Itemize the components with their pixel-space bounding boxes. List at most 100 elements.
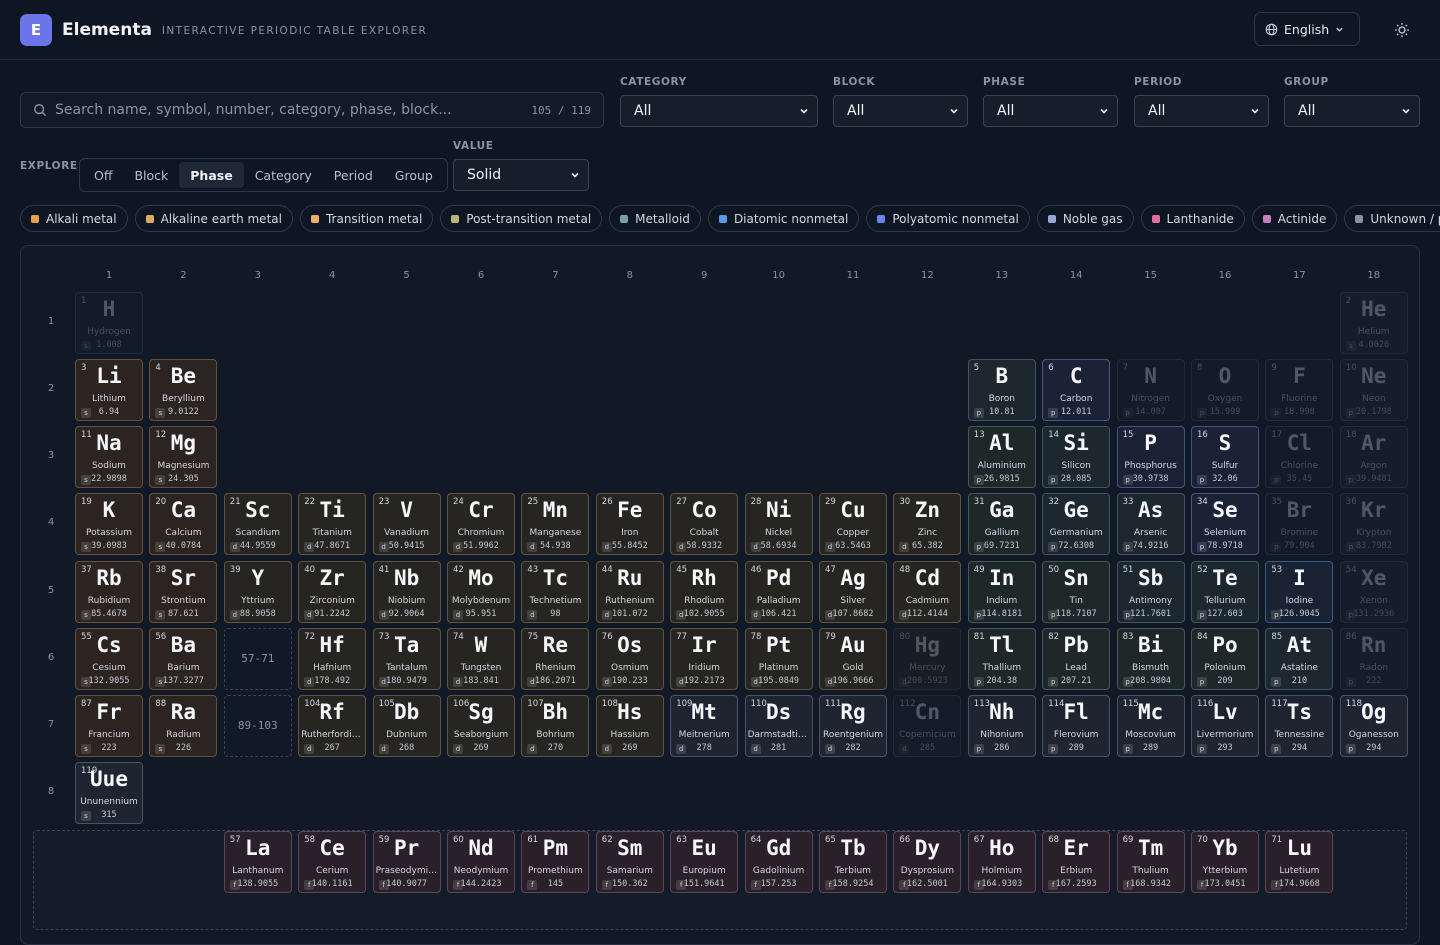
element-cell-tb[interactable]: 65 Tb Terbium f 158.9254 [819, 831, 887, 893]
element-cell-b[interactable]: 5 B Boron p 10.81 [967, 359, 1036, 422]
element-cell-fe[interactable]: 26 Fe Iron d 55.8452 [595, 493, 664, 556]
element-cell-cn[interactable]: 112 Cn Copernicium d 285 [893, 694, 962, 757]
legend-chip[interactable]: Metalloid [609, 205, 701, 232]
element-cell-lv[interactable]: 116 Lv Livermorium p 293 [1191, 694, 1259, 757]
element-cell-c[interactable]: 6 C Carbon p 12.011 [1042, 359, 1111, 422]
element-cell-yb[interactable]: 70 Yb Ytterbium f 173.0451 [1191, 831, 1259, 893]
element-cell-br[interactable]: 35 Br Bromine p 79.904 [1265, 493, 1334, 556]
element-cell-mc[interactable]: 115 Mc Moscovium p 289 [1116, 694, 1185, 757]
element-cell-ra[interactable]: 88 Ra Radium s 226 [149, 694, 218, 757]
element-cell-nd[interactable]: 60 Nd Neodymium f 144.2423 [447, 831, 515, 893]
element-cell-bh[interactable]: 107 Bh Bohrium d 270 [521, 694, 590, 757]
search-input[interactable] [55, 102, 532, 118]
element-cell-ti[interactable]: 22 Ti Titanium d 47.8671 [298, 493, 367, 556]
element-cell-ar[interactable]: 18 Ar Argon p 39.9481 [1339, 426, 1408, 489]
legend-chip[interactable]: Post-transition metal [440, 205, 603, 232]
element-cell-dy[interactable]: 66 Dy Dysprosium f 162.5001 [893, 831, 962, 893]
value-select[interactable]: Solid [453, 159, 589, 191]
element-cell-se[interactable]: 34 Se Selenium p 78.9718 [1191, 493, 1259, 556]
element-cell-mt[interactable]: 109 Mt Meitnerium d 278 [670, 694, 739, 757]
filter-select[interactable]: All [983, 95, 1118, 127]
element-cell-og[interactable]: 118 Og Oganesson p 294 [1339, 694, 1408, 757]
legend-chip[interactable]: Polyatomic nonmetal [866, 205, 1030, 232]
element-cell-hg[interactable]: 80 Hg Mercury d 200.5923 [893, 627, 962, 690]
element-cell-rn[interactable]: 86 Rn Radon p 222 [1339, 627, 1408, 690]
element-cell-y[interactable]: 39 Y Yttrium d 88.9058 [223, 560, 292, 623]
element-cell-rh[interactable]: 45 Rh Rhodium d 102.9055 [670, 560, 739, 623]
element-cell-fl[interactable]: 114 Fl Flerovium p 289 [1042, 694, 1111, 757]
element-cell-re[interactable]: 75 Re Rhenium d 186.2071 [521, 627, 590, 690]
element-cell-ga[interactable]: 31 Ga Gallium p 69.7231 [967, 493, 1036, 556]
element-cell-sc[interactable]: 21 Sc Scandium d 44.9559 [223, 493, 292, 556]
element-cell-hf[interactable]: 72 Hf Hafnium d 178.492 [298, 627, 367, 690]
element-cell-tl[interactable]: 81 Tl Thallium p 204.38 [967, 627, 1036, 690]
element-cell-cu[interactable]: 29 Cu Copper d 63.5463 [819, 493, 887, 556]
explore-option-off[interactable]: Off [83, 162, 123, 188]
element-cell-li[interactable]: 3 Li Lithium s 6.94 [75, 359, 143, 422]
element-cell-n[interactable]: 7 N Nitrogen p 14.007 [1116, 359, 1185, 422]
element-cell-ts[interactable]: 117 Ts Tennessine p 294 [1265, 694, 1334, 757]
element-cell-mn[interactable]: 25 Mn Manganese d 54.938 [521, 493, 590, 556]
element-cell-na[interactable]: 11 Na Sodium s 22.9898 [75, 426, 143, 489]
element-cell-ge[interactable]: 32 Ge Germanium p 72.6308 [1042, 493, 1111, 556]
element-cell-zn[interactable]: 30 Zn Zinc d 65.382 [893, 493, 962, 556]
explore-option-block[interactable]: Block [123, 162, 179, 188]
element-cell-in[interactable]: 49 In Indium p 114.8181 [967, 560, 1036, 623]
legend-chip[interactable]: Unknown / predicted [1344, 205, 1440, 232]
element-cell-p[interactable]: 15 P Phosphorus p 30.9738 [1116, 426, 1185, 489]
element-cell-tc[interactable]: 43 Tc Technetium d 98 [521, 560, 590, 623]
element-cell-sg[interactable]: 106 Sg Seaborgium d 269 [447, 694, 515, 757]
element-cell-te[interactable]: 52 Te Tellurium p 127.603 [1191, 560, 1259, 623]
element-cell-tm[interactable]: 69 Tm Thulium f 168.9342 [1116, 831, 1185, 893]
element-cell-k[interactable]: 19 K Potassium s 39.0983 [75, 493, 143, 556]
element-cell-kr[interactable]: 36 Kr Krypton p 83.7982 [1339, 493, 1408, 556]
legend-chip[interactable]: Alkaline earth metal [134, 205, 293, 232]
element-cell-ru[interactable]: 44 Ru Ruthenium d 101.072 [595, 560, 664, 623]
explore-option-period[interactable]: Period [323, 162, 384, 188]
element-cell-po[interactable]: 84 Po Polonium p 209 [1191, 627, 1259, 690]
theme-toggle-button[interactable] [1392, 20, 1412, 40]
filter-select[interactable]: All [833, 95, 968, 127]
explore-option-category[interactable]: Category [244, 162, 323, 188]
element-cell-pd[interactable]: 46 Pd Palladium d 106.421 [744, 560, 813, 623]
language-selector[interactable]: English [1254, 12, 1360, 46]
filter-select[interactable]: All [1284, 95, 1420, 127]
element-cell-ag[interactable]: 47 Ag Silver d 107.8682 [819, 560, 887, 623]
legend-chip[interactable]: Noble gas [1036, 205, 1134, 232]
element-cell-i[interactable]: 53 I Iodine p 126.9045 [1265, 560, 1334, 623]
element-cell-rb[interactable]: 37 Rb Rubidium s 85.4678 [75, 560, 143, 623]
element-cell-be[interactable]: 4 Be Beryllium s 9.0122 [149, 359, 218, 422]
element-cell-rg[interactable]: 111 Rg Roentgenium d 282 [819, 694, 887, 757]
element-cell-s[interactable]: 16 S Sulfur p 32.06 [1191, 426, 1259, 489]
element-cell-bi[interactable]: 83 Bi Bismuth p 208.9804 [1116, 627, 1185, 690]
element-cell-cd[interactable]: 48 Cd Cadmium d 112.4144 [893, 560, 962, 623]
element-cell-ds[interactable]: 110 Ds Darmstadtium d 281 [744, 694, 813, 757]
element-cell-w[interactable]: 74 W Tungsten d 183.841 [447, 627, 515, 690]
element-cell-fr[interactable]: 87 Fr Francium s 223 [75, 694, 143, 757]
element-cell-hs[interactable]: 108 Hs Hassium d 269 [595, 694, 664, 757]
legend-chip[interactable]: Transition metal [299, 205, 434, 232]
element-cell-xe[interactable]: 54 Xe Xenon p 131.2936 [1339, 560, 1408, 623]
element-cell-he[interactable]: 2 He Helium s 4.0026 [1339, 292, 1408, 354]
element-cell-lu[interactable]: 71 Lu Lutetium f 174.9668 [1265, 831, 1334, 893]
element-cell-sn[interactable]: 50 Sn Tin p 118.7107 [1042, 560, 1111, 623]
series-placeholder[interactable]: 89-103 [223, 694, 292, 757]
element-cell-f[interactable]: 9 F Fluorine p 18.998 [1265, 359, 1334, 422]
legend-chip[interactable]: Actinide [1251, 205, 1338, 232]
legend-chip[interactable]: Alkali metal [20, 205, 128, 232]
element-cell-os[interactable]: 76 Os Osmium d 190.233 [595, 627, 664, 690]
element-cell-mo[interactable]: 42 Mo Molybdenum d 95.951 [447, 560, 515, 623]
element-cell-ce[interactable]: 58 Ce Cerium f 140.1161 [298, 831, 367, 893]
element-cell-cs[interactable]: 55 Cs Cesium s 132.9055 [75, 627, 143, 690]
element-cell-ca[interactable]: 20 Ca Calcium s 40.0784 [149, 493, 218, 556]
filter-select[interactable]: All [620, 95, 818, 127]
element-cell-as[interactable]: 33 As Arsenic p 74.9216 [1116, 493, 1185, 556]
element-cell-er[interactable]: 68 Er Erbium f 167.2593 [1042, 831, 1111, 893]
explore-option-phase[interactable]: Phase [179, 162, 244, 188]
element-cell-v[interactable]: 23 V Vanadium d 50.9415 [372, 493, 441, 556]
element-cell-uue[interactable]: 119 Uue Ununennium s 315 [75, 762, 143, 825]
element-cell-sm[interactable]: 62 Sm Samarium f 150.362 [595, 831, 664, 893]
element-cell-la[interactable]: 57 La Lanthanum f 138.9055 [223, 831, 292, 893]
element-cell-sr[interactable]: 38 Sr Strontium s 87.621 [149, 560, 218, 623]
element-cell-si[interactable]: 14 Si Silicon p 28.085 [1042, 426, 1111, 489]
